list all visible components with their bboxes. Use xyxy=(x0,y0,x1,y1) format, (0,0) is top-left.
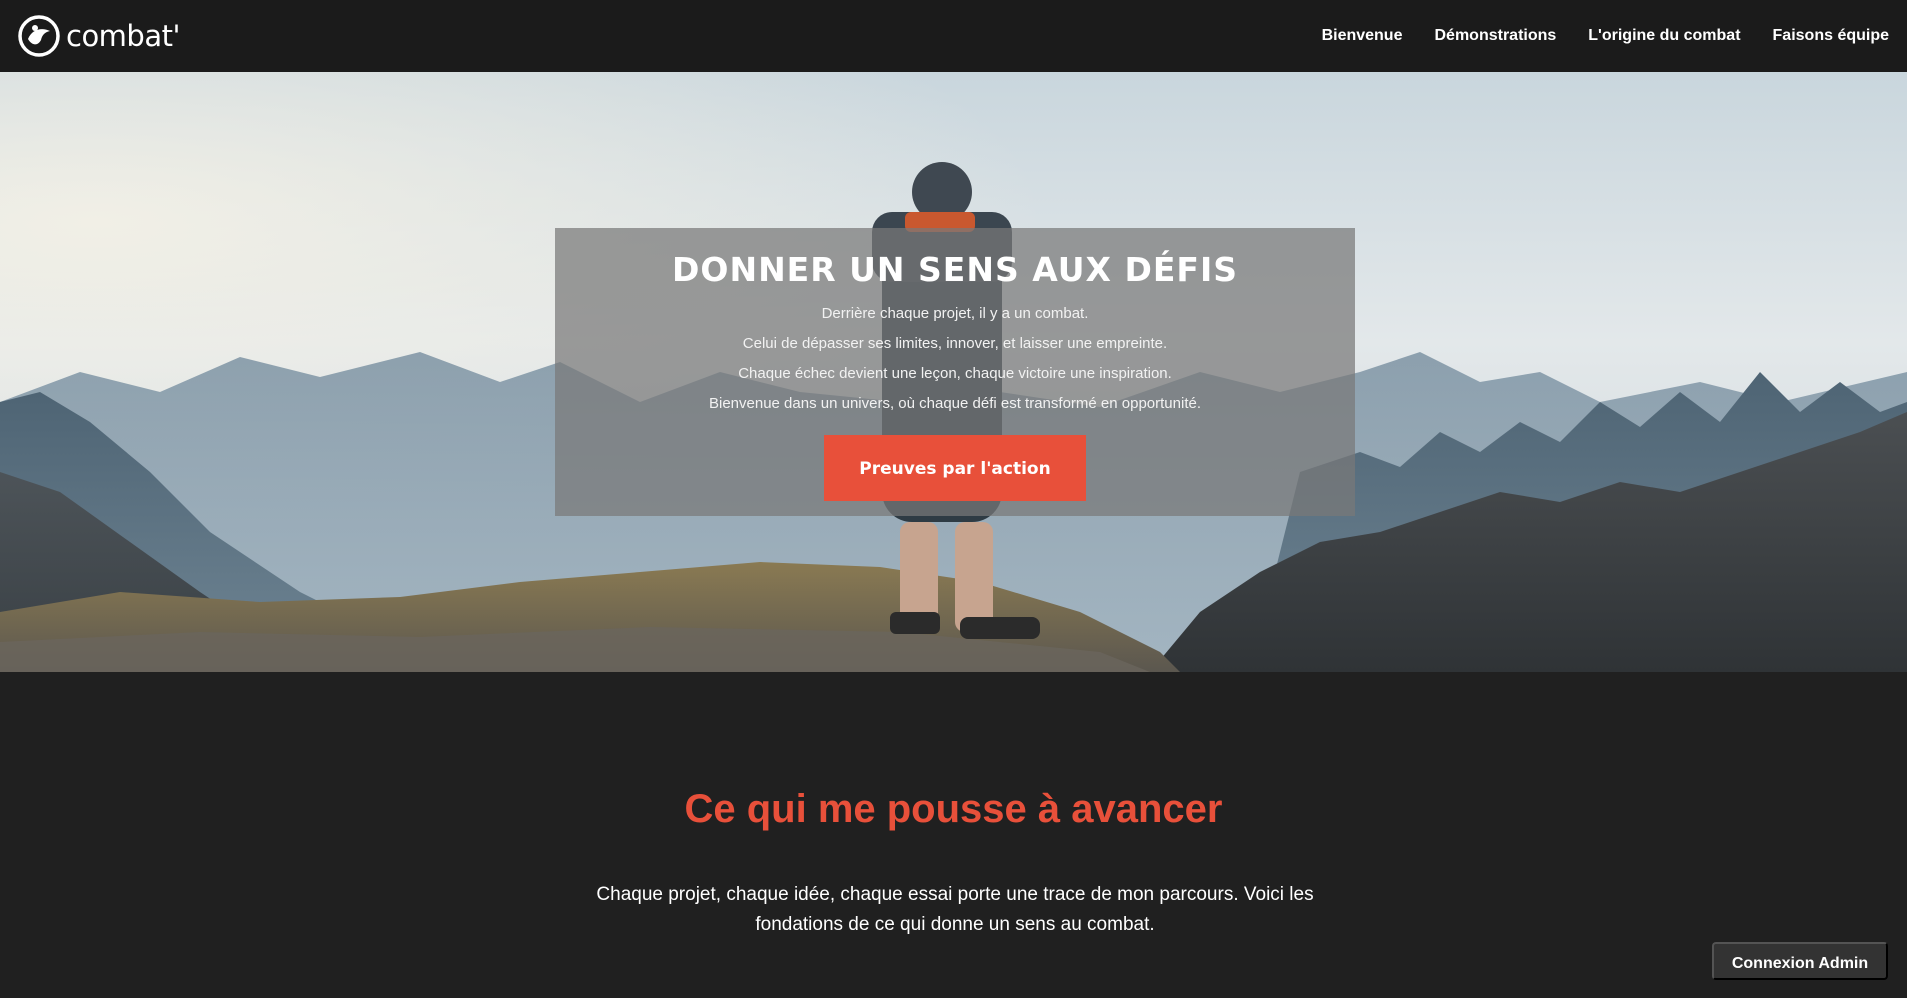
combat-logo-icon xyxy=(18,15,60,57)
main-nav: Bienvenue Démonstrations L'origine du co… xyxy=(1322,27,1889,45)
nav-link-demonstrations[interactable]: Démonstrations xyxy=(1434,27,1556,44)
nav-link-origine[interactable]: L'origine du combat xyxy=(1588,27,1740,44)
hero-line-1: Derrière chaque projet, il y a un combat… xyxy=(821,305,1089,322)
nav-link-faisons-equipe[interactable]: Faisons équipe xyxy=(1773,27,1889,44)
nav-link-bienvenue[interactable]: Bienvenue xyxy=(1322,27,1403,44)
brand-logo-link[interactable]: combat' xyxy=(18,15,180,57)
hero-line-2: Celui de dépasser ses limites, innover, … xyxy=(742,335,1168,352)
hero-title: DONNER UN SENS AUX DÉFIS xyxy=(672,250,1238,289)
brand-name: combat' xyxy=(66,19,180,53)
section-text: Chaque projet, chaque idée, chaque essai… xyxy=(596,884,1314,935)
navbar: combat' Bienvenue Démonstrations L'origi… xyxy=(0,0,1907,72)
hero-section: DONNER UN SENS AUX DÉFIS Derrière chaque… xyxy=(0,72,1907,672)
section-title: Ce qui me pousse à avancer xyxy=(684,787,1223,831)
page: combat' Bienvenue Démonstrations L'origi… xyxy=(0,0,1907,998)
preuves-par-action-button[interactable]: Preuves par l'action xyxy=(824,435,1086,501)
hero-line-3: Chaque échec devient une leçon, chaque v… xyxy=(738,365,1172,382)
hero-overlay-box: DONNER UN SENS AUX DÉFIS Derrière chaque… xyxy=(555,228,1355,516)
admin-login-button[interactable]: Connexion Admin xyxy=(1712,942,1888,980)
hero-line-4: Bienvenue dans un univers, où chaque déf… xyxy=(709,395,1201,412)
motivation-section: Ce qui me pousse à avancer Chaque projet… xyxy=(0,672,1907,998)
